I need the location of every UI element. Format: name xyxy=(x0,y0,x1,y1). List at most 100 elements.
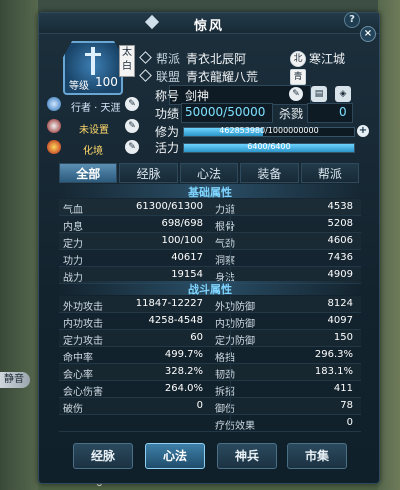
skills-button[interactable]: 心法 xyxy=(145,443,205,469)
edit-unset-button[interactable]: ✎ xyxy=(125,119,139,133)
tab-all[interactable]: 全部 xyxy=(59,163,118,183)
attr-label: 定力 xyxy=(63,239,83,250)
combat-attributes-table: 外功攻击 11847-12227 外功防御 8124 内功攻击 4258-4548 内功防御… xyxy=(59,296,361,432)
bottom-button-bar: 经脉 心法 神兵 市集 xyxy=(39,443,379,471)
cultivation-bar: 462853980/1000000000 xyxy=(183,126,355,137)
outside-tag[interactable]: 静音 xyxy=(0,372,30,388)
attr-label: 内功攻击 xyxy=(63,319,103,330)
column-divider xyxy=(230,330,231,346)
attr-label: 定力攻击 xyxy=(63,336,103,347)
path-title: 行者 · 天涯 xyxy=(71,103,121,114)
weapon-button[interactable]: 神兵 xyxy=(217,443,277,469)
market-button[interactable]: 市集 xyxy=(287,443,347,469)
column-divider xyxy=(230,398,231,414)
title-label: 称号 xyxy=(155,89,180,103)
attr-label: 破伤 xyxy=(63,404,83,415)
unset-label: 未设置 xyxy=(79,125,109,136)
attr-label: 功力 xyxy=(63,256,83,267)
column-divider xyxy=(230,233,231,249)
title-bar[interactable]: 惊风 xyxy=(39,13,379,34)
table-row: 命中率 499.7% 格挡 296.3% xyxy=(59,347,361,364)
character-panel: 惊风 等级 100 太白 行者 · 天涯 ✎ 未设置 ✎ 化境 ✎ 帮派 青衣北辰… xyxy=(38,12,380,484)
background-scenery-left xyxy=(0,0,38,490)
table-row: 功力 40617 洞察 7436 xyxy=(59,250,361,267)
attr-value: 4606 xyxy=(327,235,353,246)
table-row: 定力攻击 60 定力防御 150 xyxy=(59,330,361,347)
edit-path-button[interactable]: ✎ xyxy=(125,97,139,111)
column-divider xyxy=(230,364,231,380)
attr-label: 洞察 xyxy=(215,256,235,267)
attr-value: 150 xyxy=(333,332,353,343)
vitality-text: 6400/6400 xyxy=(247,142,291,151)
attr-value: 60 xyxy=(190,332,203,343)
attr-value: 296.3% xyxy=(314,349,353,360)
attr-label: 会心率 xyxy=(63,370,93,381)
attr-label: 气血 xyxy=(63,205,83,216)
faction-row: 帮派 青衣北辰阿 xyxy=(139,50,246,67)
add-cultivation-button[interactable]: + xyxy=(357,125,369,137)
table-row: 内息 698/698 根骨 5208 xyxy=(59,216,361,233)
diamond-icon xyxy=(139,69,152,82)
column-divider xyxy=(230,216,231,232)
tab-equipment[interactable]: 装备 xyxy=(240,163,299,183)
kills-label: 杀戮 xyxy=(279,107,304,121)
column-divider xyxy=(230,250,231,266)
vitality-bar: 6400/6400 xyxy=(183,142,355,153)
tab-meridian[interactable]: 经脉 xyxy=(119,163,178,183)
background-scenery-right xyxy=(378,0,400,490)
attr-label: 力道 xyxy=(215,205,235,216)
window-title: 惊风 xyxy=(193,19,224,34)
attr-label: 命中率 xyxy=(63,353,93,364)
kills-value: 0 xyxy=(339,105,347,119)
close-button[interactable]: × xyxy=(360,26,376,42)
cultivation-text: 462853980/1000000000 xyxy=(219,126,319,135)
faction-label: 帮派 xyxy=(156,52,181,66)
attr-value: 100/100 xyxy=(161,235,203,246)
character-avatar[interactable]: 等级 100 xyxy=(63,41,123,95)
basic-attributes-heading: 基础属性 xyxy=(59,184,361,199)
attr-label: 内功防御 xyxy=(215,319,255,330)
attr-label: 根骨 xyxy=(215,222,235,233)
edit-transform-button[interactable]: ✎ xyxy=(125,140,139,154)
table-row: 定力 100/100 气劲 4606 xyxy=(59,233,361,250)
rank-badge: 太白 xyxy=(119,45,135,77)
tab-skills[interactable]: 心法 xyxy=(179,163,239,183)
attr-value: 61300/61300 xyxy=(136,201,203,212)
path-snowflake-icon xyxy=(47,97,61,111)
faction-value[interactable]: 青衣北辰阿 xyxy=(186,52,246,66)
cultivation-label: 修为 xyxy=(155,125,180,139)
attr-value: 40617 xyxy=(171,252,203,263)
title-book-button[interactable]: ◈ xyxy=(335,86,351,102)
diamond-icon xyxy=(139,51,152,64)
attr-label: 内息 xyxy=(63,222,83,233)
table-row: 气血 61300/61300 力道 4538 xyxy=(59,199,361,216)
vitality-label: 活力 xyxy=(155,141,180,155)
sword-guard-icon xyxy=(85,53,101,56)
attr-label: 气劲 xyxy=(215,239,235,250)
meridian-button[interactable]: 经脉 xyxy=(73,443,133,469)
alliance-label: 联盟 xyxy=(156,70,181,84)
attr-label: 疗伤效果 xyxy=(215,421,255,432)
table-row: 会心率 328.2% 韧劲 183.1% xyxy=(59,364,361,381)
attr-label: 拆招 xyxy=(215,387,235,398)
edit-title-button[interactable]: ✎ xyxy=(289,87,303,101)
table-row: 破伤 0 御伤 78 xyxy=(59,398,361,415)
attr-value: 0 xyxy=(196,400,203,411)
title-list-button[interactable]: ▤ xyxy=(311,86,327,102)
title-value: 剑神 xyxy=(185,89,210,103)
attr-value: 11847-12227 xyxy=(135,298,203,309)
attr-value: 4909 xyxy=(327,269,353,280)
attr-value: 4258-4548 xyxy=(148,315,203,326)
table-row: 会心伤害 264.0% 拆招 411 xyxy=(59,381,361,398)
attr-value: 5208 xyxy=(327,218,353,229)
attr-value: 4097 xyxy=(327,315,353,326)
column-divider xyxy=(230,313,231,329)
attr-value: 78 xyxy=(340,400,353,411)
help-button[interactable]: ? xyxy=(344,12,360,28)
tab-guild[interactable]: 帮派 xyxy=(300,163,360,183)
alliance-value[interactable]: 青衣龍耀八荒 xyxy=(186,70,258,84)
transform-icon xyxy=(47,140,61,154)
attr-label: 外功防御 xyxy=(215,302,255,313)
unset-icon xyxy=(47,119,61,133)
attr-value: 411 xyxy=(333,383,353,394)
